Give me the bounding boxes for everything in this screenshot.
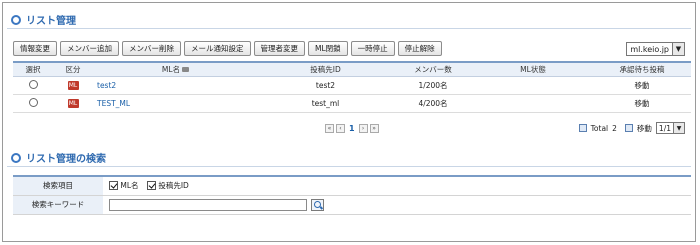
divider	[7, 166, 691, 167]
move-label[interactable]: 移動	[637, 123, 652, 134]
ml-table: 選択 区分 ML名 投稿先ID メンバー数 ML状態 承認待ち投稿 ML tes…	[13, 61, 691, 113]
resume-button[interactable]: 停止解除	[397, 41, 442, 56]
last-page-icon[interactable]: »	[369, 124, 379, 133]
list-section-title: リスト管理	[11, 12, 76, 27]
section-bullet-icon	[11, 152, 21, 163]
chevron-down-icon[interactable]: ▼	[673, 42, 685, 56]
post-id-checkbox-label: 投稿先ID	[158, 181, 189, 191]
current-page[interactable]: 1	[347, 124, 357, 133]
page-select[interactable]: 1/1 ▼	[655, 122, 685, 134]
page-frame: リスト管理 情報変更 メンバー追加 メンバー削除 メール通知設定 管理者変更 M…	[2, 2, 696, 242]
col-post-id: 投稿先ID	[258, 61, 393, 77]
domain-select-value[interactable]: ml.keio.jp	[626, 42, 673, 56]
page-select-value[interactable]: 1/1	[655, 122, 674, 134]
post-id-checkbox[interactable]	[146, 181, 156, 191]
close-ml-button[interactable]: ML閉鎖	[308, 41, 348, 56]
search-section-title-text: リスト管理の検索	[26, 154, 106, 165]
edit-info-button[interactable]: 情報変更	[13, 41, 57, 56]
search-section-title: リスト管理の検索	[11, 150, 106, 165]
total-count: 2	[612, 123, 617, 133]
ml-status-cell	[473, 94, 593, 113]
add-member-button[interactable]: メンバー追加	[60, 41, 119, 56]
pending-move-link[interactable]: 移動	[593, 94, 691, 113]
search-form: 検索項目 ML名 投稿先ID 検索キーワード	[13, 175, 691, 215]
remove-member-button[interactable]: メンバー削除	[122, 41, 181, 56]
first-page-icon[interactable]: «	[325, 124, 334, 133]
toolbar: 情報変更 メンバー追加 メンバー削除 メール通知設定 管理者変更 ML閉鎖 一時…	[13, 41, 442, 56]
search-input[interactable]	[109, 198, 307, 211]
change-admin-button[interactable]: 管理者変更	[253, 41, 305, 56]
pagination: « ‹ 1 › »	[325, 124, 379, 133]
col-members: メンバー数	[393, 61, 473, 77]
col-ml-status: ML状態	[473, 61, 593, 77]
totals-bar: Total 2 移動 1/1 ▼	[578, 122, 685, 134]
post-id-cell: test2	[258, 76, 393, 95]
search-keyword-row: 検索キーワード	[13, 195, 691, 215]
col-select: 選択	[13, 61, 53, 77]
prev-page-icon[interactable]: ‹	[336, 124, 345, 133]
ml-name-link[interactable]: TEST_ML	[93, 94, 258, 113]
chevron-down-icon[interactable]: ▼	[674, 122, 685, 134]
col-type: 区分	[53, 61, 93, 77]
search-icon[interactable]	[311, 198, 325, 211]
ml-name-checkbox[interactable]	[109, 181, 118, 191]
total-label: Total	[590, 123, 609, 133]
section-bullet-icon	[11, 14, 21, 25]
mail-notify-settings-button[interactable]: メール通知設定	[184, 41, 251, 56]
next-page-icon[interactable]: ›	[358, 124, 368, 133]
members-cell: 4/200名	[393, 94, 473, 113]
row-select-radio[interactable]	[28, 79, 38, 89]
domain-select[interactable]: ml.keio.jp ▼	[626, 42, 685, 56]
total-icon	[578, 124, 587, 132]
pending-move-link[interactable]: 移動	[593, 76, 691, 95]
table-row: ML TEST_ML test_ml 4/200名 移動	[13, 94, 691, 113]
ml-type-badge: ML	[67, 99, 79, 108]
col-ml-name[interactable]: ML名	[93, 61, 258, 77]
ml-type-badge: ML	[67, 81, 79, 90]
col-ml-name-label: ML名	[161, 64, 181, 74]
table-row: ML test2 test2 1/200名 移動	[13, 76, 691, 95]
search-items-label: 検索項目	[13, 175, 103, 196]
members-cell: 1/200名	[393, 76, 473, 95]
ml-name-checkbox-label: ML名	[120, 181, 139, 191]
table-header-row: 選択 区分 ML名 投稿先ID メンバー数 ML状態 承認待ち投稿	[13, 61, 691, 77]
sort-icon[interactable]	[182, 67, 190, 73]
divider	[7, 28, 691, 29]
ml-status-cell	[473, 76, 593, 95]
search-items-row: 検索項目 ML名 投稿先ID	[13, 175, 691, 196]
row-select-radio[interactable]	[28, 97, 38, 107]
ml-name-link[interactable]: test2	[93, 76, 258, 95]
move-icon[interactable]	[624, 124, 633, 132]
suspend-button[interactable]: 一時停止	[350, 41, 395, 56]
search-keyword-label: 検索キーワード	[13, 195, 103, 215]
col-pending: 承認待ち投稿	[593, 61, 691, 77]
list-section-title-text: リスト管理	[26, 16, 76, 27]
post-id-cell: test_ml	[258, 94, 393, 113]
